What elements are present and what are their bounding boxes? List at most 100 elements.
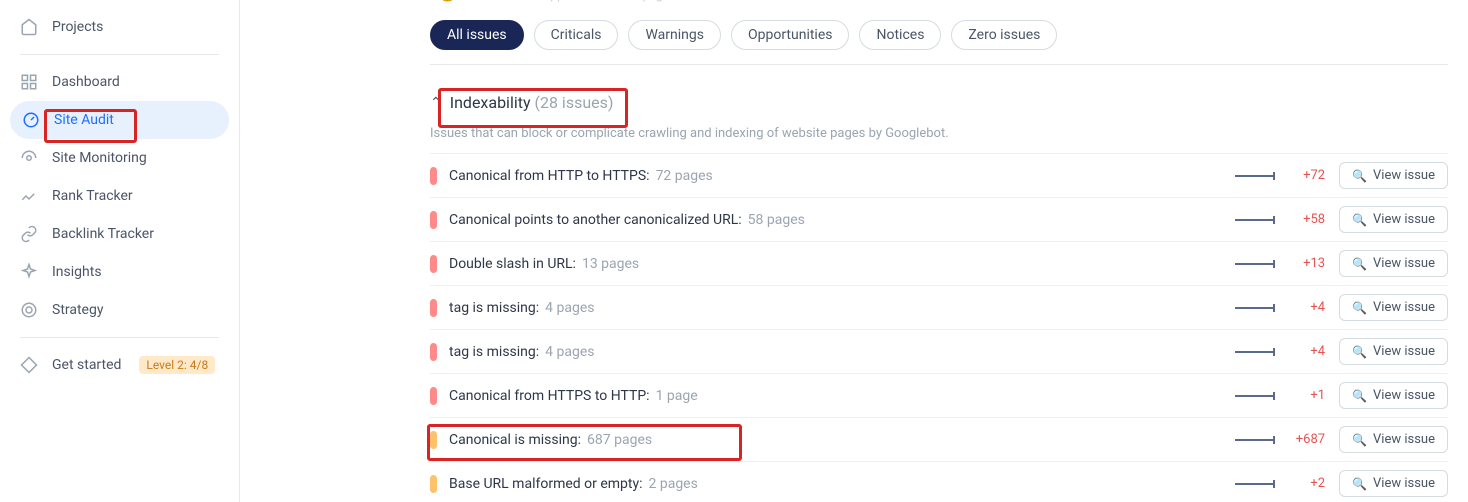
nav-label: Rank Tracker [52,188,133,204]
section-description: Issues that can block or complicate craw… [430,126,1448,141]
nav-label: Insights [52,264,102,280]
nav-label: Strategy [52,302,103,318]
view-issue-button[interactable]: 🔍View issue [1339,382,1448,409]
sparkline [1235,345,1275,359]
nav-label: Dashboard [52,74,120,90]
severity-indicator [430,343,437,361]
severity-indicator [430,299,437,317]
sparkline [1235,257,1275,271]
delta-count: +4 [1285,300,1325,315]
issue-row: Base URL malformed or empty: 2 pages +2 🔍 Vi… [430,461,1448,502]
view-issue-button[interactable]: 🔍 View issue [1339,206,1448,233]
issue-pages: 72 pages [656,168,713,184]
view-issue-label: View issue [1373,344,1435,359]
delta-count: +2 [1285,476,1325,491]
view-issue-button[interactable]: 🔍 View issue [1339,426,1448,453]
view-issue-button[interactable]: 🔍View issue [1339,338,1448,365]
view-issue-button[interactable]: 🔍 View issue [1339,250,1448,277]
filter-warnings[interactable]: Warnings [628,20,721,50]
delta-count: +4 [1285,344,1325,359]
search-icon: 🔍 [1352,257,1367,271]
highlight-box [427,424,742,461]
filter-notices[interactable]: Notices [859,20,941,50]
divider [20,337,219,338]
delta-count: +13 [1285,256,1325,271]
nav-get-started[interactable]: Get started Level 2: 4/8 [0,346,239,384]
issue-pages: 13 pages [582,256,639,272]
severity-indicator [430,255,437,273]
main-content: 🔒 URLs with Nosnippet attribute: 0 pages… [240,0,1468,502]
nav-dashboard[interactable]: Dashboard [0,63,239,101]
delta-count: +687 [1285,432,1325,447]
delta-count: +58 [1285,212,1325,227]
issue-row: Canonical points to another canonicalize… [430,197,1448,241]
sparkline [1235,169,1275,183]
issue-row: Canonical from HTTPS to HTTP: 1 page +1 🔍Vi… [430,373,1448,417]
issue-pages: 2 pages [649,476,698,492]
issue-title[interactable]: tag is missing: [449,300,539,316]
issue-row: tag is missing: 4 pages +4 🔍View issue [430,285,1448,329]
issue-title[interactable]: tag is missing: [449,344,539,360]
issue-row: tag is missing:4 pages+4🔍View issue [430,329,1448,373]
search-icon: 🔍 [1352,301,1367,315]
view-issue-button[interactable]: 🔍 View issue [1339,470,1448,497]
sparkline [1235,433,1275,447]
monitor-icon [20,149,38,167]
highlight-box [44,109,137,143]
issue-pages: 4 pages [545,300,594,316]
view-issue-button[interactable]: 🔍View issue [1339,294,1448,321]
highlight-box [438,88,628,128]
nav-insights[interactable]: Insights [0,253,239,291]
issue-title[interactable]: Canonical from HTTPS to HTTP: [449,388,650,404]
severity-indicator [430,475,437,493]
view-issue-label: View issue [1373,212,1435,227]
filter-opportunities[interactable]: Opportunities [731,20,850,50]
issue-filters: All issues Criticals Warnings Opportunit… [430,0,1448,65]
filter-zero-issues[interactable]: Zero issues [951,20,1057,50]
nav-projects[interactable]: Projects [0,8,239,46]
view-issue-label: View issue [1373,476,1435,491]
issue-row: Double slash in URL: 13 pages +13 🔍 View iss… [430,241,1448,285]
nav-label: Get started [52,357,121,373]
view-issue-label: View issue [1373,432,1435,447]
sidebar: Projects Dashboard Site Audit Site Monit… [0,0,240,502]
nav-rank-tracker[interactable]: Rank Tracker [0,177,239,215]
issue-title[interactable]: Canonical from HTTP to HTTPS: [449,168,650,184]
nav-strategy[interactable]: Strategy [0,291,239,329]
severity-indicator [430,387,437,405]
issue-title[interactable]: Canonical points to another canonicalize… [449,212,742,228]
sparkle-icon [20,263,38,281]
issue-pages: 58 pages [748,212,805,228]
diamond-icon [20,356,38,374]
nav-backlink-tracker[interactable]: Backlink Tracker [0,215,239,253]
search-icon: 🔍 [1352,477,1367,491]
issue-title[interactable]: Double slash in URL: [449,256,576,272]
search-icon: 🔍 [1352,169,1367,183]
view-issue-button[interactable]: 🔍 View issue [1339,162,1448,189]
nav-label: Site Monitoring [52,150,147,166]
view-issue-label: View issue [1373,388,1435,403]
view-issue-label: View issue [1373,168,1435,183]
filter-criticals[interactable]: Criticals [534,20,619,50]
home-icon [20,18,38,36]
nav-site-monitoring[interactable]: Site Monitoring [0,139,239,177]
view-issue-label: View issue [1373,256,1435,271]
issue-title[interactable]: Base URL malformed or empty: [449,476,643,492]
issue-pages: 1 page [656,388,698,404]
link-icon [20,225,38,243]
delta-count: +72 [1285,168,1325,183]
nav-label: Backlink Tracker [52,226,154,242]
search-icon: 🔍 [1352,213,1367,227]
delta-count: +1 [1285,388,1325,403]
sparkline [1235,213,1275,227]
level-badge: Level 2: 4/8 [139,356,215,374]
sparkline [1235,389,1275,403]
severity-indicator [430,211,437,229]
nav-label: Projects [52,19,103,35]
search-icon: 🔍 [1352,433,1367,447]
chart-icon [20,187,38,205]
filter-all-issues[interactable]: All issues [430,20,524,50]
gauge-icon [22,111,40,129]
issue-row: Canonical from HTTP to HTTPS: 72 pages +72… [430,153,1448,197]
sparkline [1235,477,1275,491]
